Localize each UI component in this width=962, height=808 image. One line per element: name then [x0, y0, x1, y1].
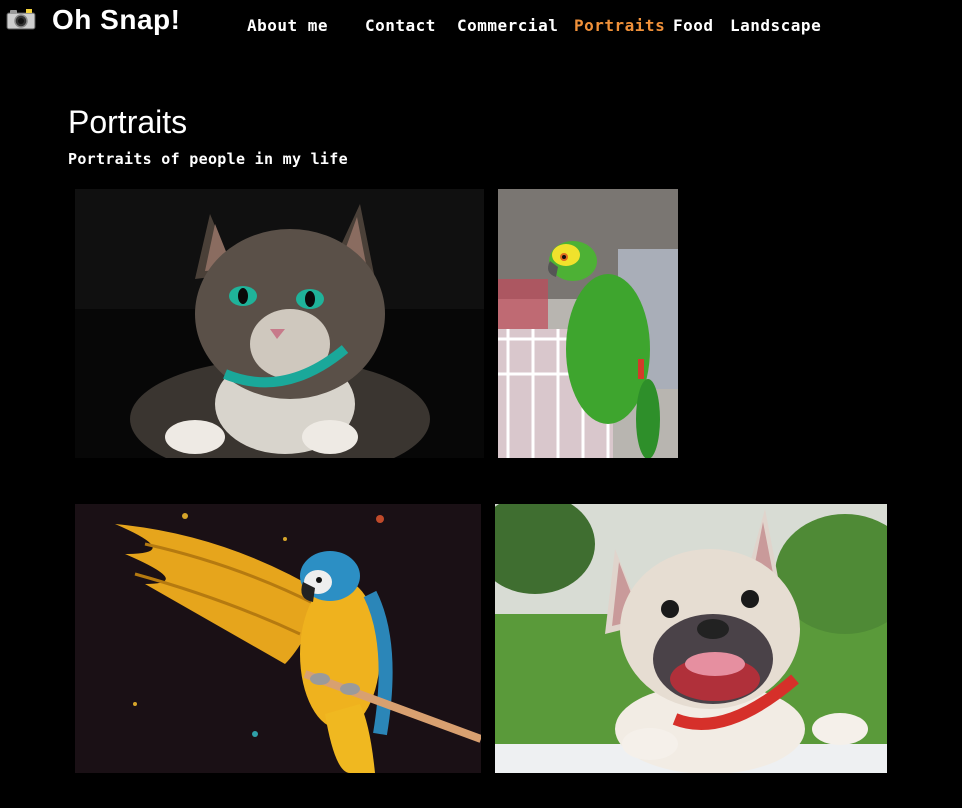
photo-macaw[interactable]: [75, 504, 481, 773]
nav-link-landscape[interactable]: Landscape: [730, 16, 821, 35]
photo-cat[interactable]: [75, 189, 484, 458]
camera-icon: [6, 8, 36, 30]
nav-link-about-me[interactable]: About me: [247, 16, 328, 35]
nav-link-food[interactable]: Food: [673, 16, 714, 35]
site-brand-title[interactable]: Oh Snap!: [52, 4, 180, 36]
photo-green-parrot[interactable]: [498, 189, 678, 458]
nav-link-contact[interactable]: Contact: [365, 16, 436, 35]
site-header: Oh Snap! About me Contact Commercial Por…: [0, 0, 962, 52]
nav-link-portraits[interactable]: Portraits: [574, 16, 665, 35]
photo-french-bulldog[interactable]: [495, 504, 887, 773]
page-subtitle: Portraits of people in my life: [68, 150, 348, 168]
nav-link-commercial[interactable]: Commercial: [457, 16, 558, 35]
page-title: Portraits: [68, 104, 188, 140]
